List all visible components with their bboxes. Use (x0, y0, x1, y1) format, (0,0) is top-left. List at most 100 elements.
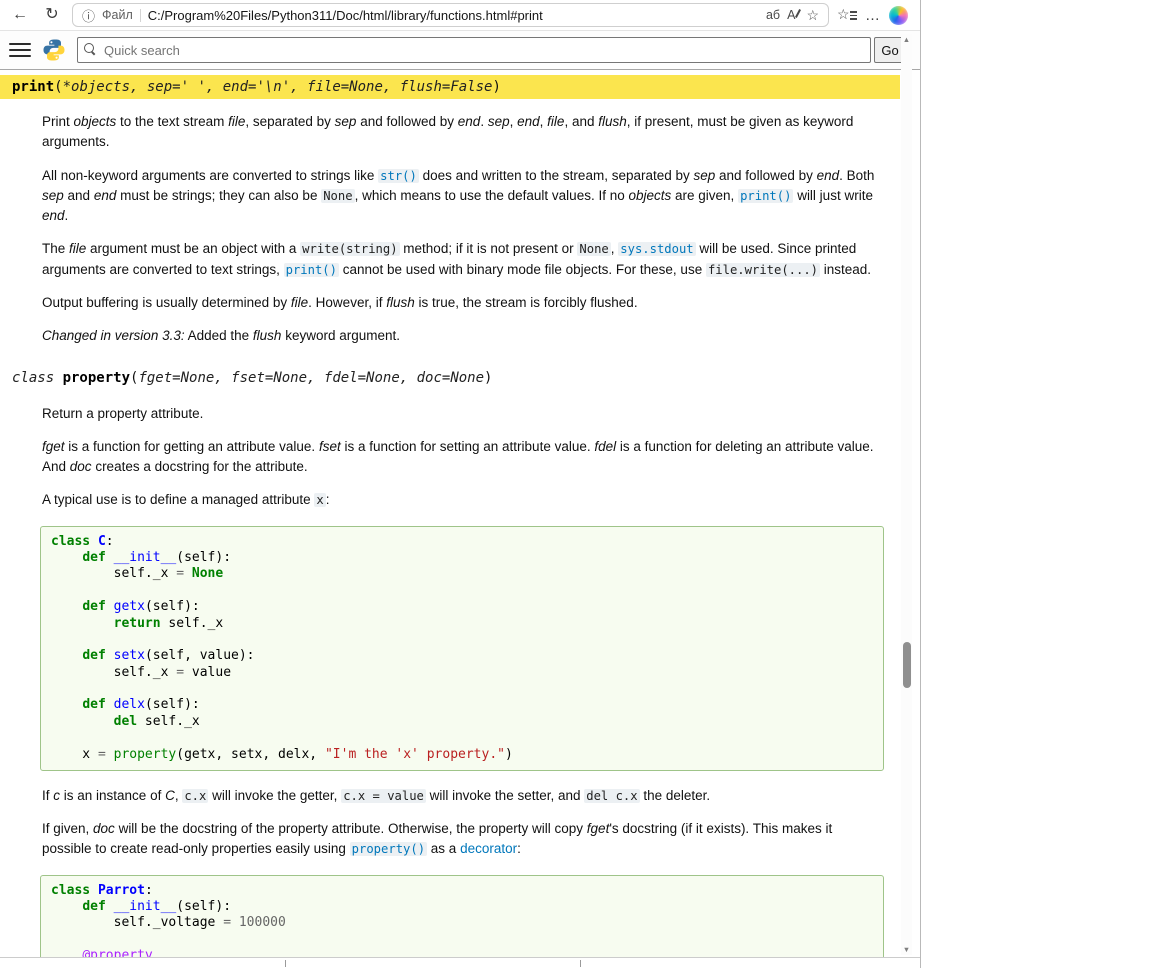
doc-text: Output buffering is usually determined b… (42, 295, 291, 310)
doc-text: property (63, 370, 130, 386)
scrollbar[interactable]: ▲ ▼ (901, 34, 912, 955)
code-token-s: "I'm the 'x' property." (325, 747, 505, 762)
doc-text: Print (42, 114, 74, 129)
doc-text: end (458, 114, 481, 129)
reload-button[interactable]: ↻ (40, 2, 64, 28)
browser-window: ← ↻ ⓘ Файл C:/Program%20Files/Python311/… (0, 0, 921, 968)
code-token (51, 599, 82, 614)
code-token-k: del (114, 714, 137, 729)
doc-link[interactable]: property() (350, 842, 427, 856)
doc-text: sep (694, 168, 716, 183)
doc-text: sep (42, 188, 64, 203)
doc-text: x (314, 493, 325, 507)
doc-text: method; if it is not present or (400, 241, 578, 256)
doc-text: must be strings; they can also be (116, 188, 321, 203)
code-token: value (184, 665, 231, 680)
doc-paragraph: A typical use is to define a managed att… (42, 490, 884, 510)
doc-text: If given, (42, 821, 93, 836)
address-bar[interactable]: ⓘ Файл C:/Program%20Files/Python311/Doc/… (72, 3, 829, 27)
code-token: : (106, 534, 114, 549)
code-token: self._voltage (51, 915, 223, 930)
code-token-mi: 100000 (239, 915, 286, 930)
doc-text: class (12, 370, 63, 386)
doc-text: write(string) (300, 242, 399, 256)
doc-paragraph: Changed in version 3.3: Added the flush … (42, 326, 884, 346)
doc-text: flush (386, 295, 415, 310)
doc-text: fget=None, fset=None, fdel=None, doc=Non… (138, 370, 484, 386)
doc-paragraph: Return a property attribute. (42, 404, 884, 424)
doc-text: Return a property attribute. (42, 406, 203, 421)
doc-text: is true, the stream is forcibly flushed. (415, 295, 638, 310)
scroll-down-icon[interactable]: ▼ (901, 944, 912, 955)
doc-paragraph: If given, doc will be the docstring of t… (42, 819, 884, 860)
code-token-k: class (51, 883, 90, 898)
doc-text: *objects, sep=' ', end='\n', file=None, … (63, 79, 493, 95)
doc-text: is an instance of (60, 788, 165, 803)
search-container: Go (77, 37, 906, 63)
menu-icon[interactable] (9, 39, 31, 61)
address-divider (140, 9, 141, 22)
browser-chrome: ← ↻ ⓘ Файл C:/Program%20Files/Python311/… (0, 0, 920, 31)
doc-text: Changed in version 3.3: (42, 328, 185, 343)
doc-text: instead. (820, 262, 871, 277)
code-token: (self): (176, 899, 231, 914)
doc-text: . (65, 208, 69, 223)
doc-text: as a (427, 841, 460, 856)
code-token-nf: setx (114, 648, 145, 663)
more-menu-button[interactable]: … (865, 7, 881, 24)
code-token: (self): (176, 550, 231, 565)
code-token: self._x (161, 616, 224, 631)
doc-text: argument must be an object with a (86, 241, 300, 256)
doc-text: fdel (594, 439, 616, 454)
doc-text: doc (70, 459, 92, 474)
doc-text: end (42, 208, 65, 223)
search-input[interactable] (77, 37, 871, 63)
doc-text: are given, (671, 188, 738, 203)
doc-text: sep (488, 114, 510, 129)
code-token-nf: __init__ (114, 550, 177, 565)
code-token (51, 899, 82, 914)
back-button[interactable]: ← (8, 2, 32, 28)
scrollbar-thumb[interactable] (903, 642, 911, 688)
code-token: self._x (51, 665, 176, 680)
python-logo[interactable] (42, 38, 66, 62)
favorite-star-icon[interactable]: ☆ (806, 7, 819, 24)
doc-text: Added the (185, 328, 253, 343)
doc-link[interactable]: str() (378, 169, 419, 183)
doc-text: A typical use is to define a managed att… (42, 492, 314, 507)
favorites-lines-glyph (850, 9, 857, 22)
doc-text: will be the docstring of the property at… (115, 821, 587, 836)
doc-paragraph: Output buffering is usually determined b… (42, 293, 884, 313)
code-token: x (51, 747, 98, 762)
doc-link[interactable]: decorator (460, 841, 517, 856)
doc-text: flush (598, 114, 627, 129)
code-token (90, 883, 98, 898)
doc-text: does and written to the stream, separate… (419, 168, 694, 183)
read-aloud-icon[interactable]: A (787, 8, 799, 22)
code-token (106, 550, 114, 565)
doc-text: is a function for getting an attribute v… (65, 439, 319, 454)
doc-link[interactable]: sys.stdout (618, 242, 695, 256)
code-token-k: def (82, 899, 105, 914)
doc-link[interactable]: print() (738, 189, 793, 203)
doc-text: keyword argument. (281, 328, 400, 343)
translate-icon[interactable]: аб (766, 8, 780, 22)
site-info-icon[interactable]: ⓘ (82, 6, 95, 25)
favorites-icon[interactable]: ☆ (837, 5, 857, 25)
scroll-up-icon[interactable]: ▲ (901, 34, 912, 45)
doc-text: end (517, 114, 540, 129)
doc-paragraph: fget is a function for getting an attrib… (42, 437, 884, 478)
doc-text: ( (54, 79, 62, 95)
doc-text: end (817, 168, 840, 183)
doc-text: cannot be used with binary mode file obj… (339, 262, 706, 277)
doc-text: fget (42, 439, 65, 454)
code-token (51, 616, 114, 631)
code-token (231, 915, 239, 930)
code-token-nf: __init__ (114, 899, 177, 914)
definition-signature: class property(fget=None, fset=None, fde… (0, 366, 900, 390)
copilot-icon[interactable] (889, 6, 908, 25)
protocol-label: Файл (102, 8, 133, 22)
bottom-tick (285, 960, 286, 967)
code-token: ) (505, 747, 513, 762)
doc-link[interactable]: print() (284, 263, 339, 277)
